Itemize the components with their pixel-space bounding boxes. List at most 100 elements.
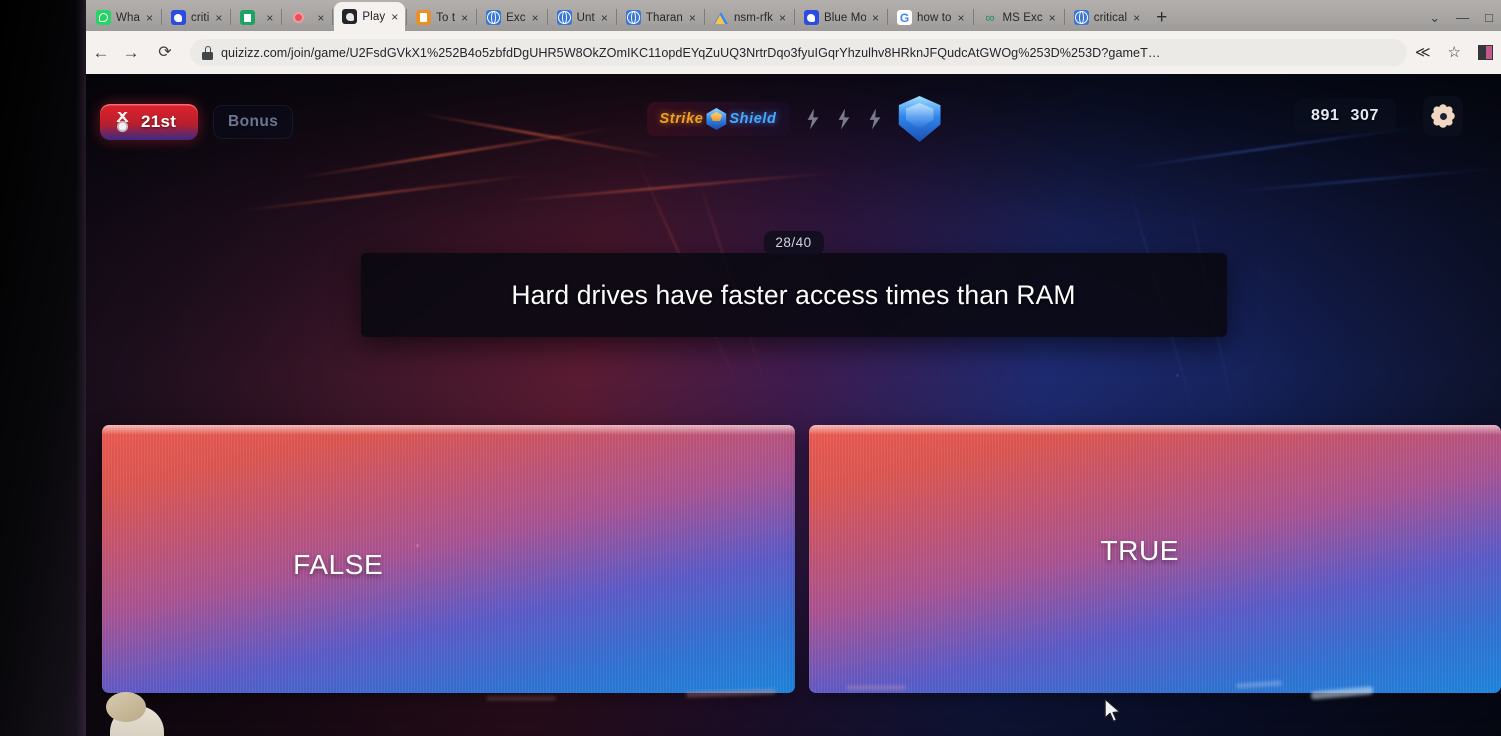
back-button[interactable]: ← [86, 44, 116, 61]
browser-tab-exc[interactable]: Exc × [478, 4, 546, 31]
tab-search-icon[interactable]: ⌄ [1429, 11, 1440, 24]
forward-button[interactable]: → [116, 44, 146, 61]
tab-strip: Wha × criti × × × Play × To t × Exc × Unt × Tharan × nsm… [86, 0, 1501, 31]
tab-title: Blue Mo [823, 11, 866, 24]
tab-title: MS Exc [1002, 11, 1043, 24]
google-icon [897, 10, 912, 25]
omnibox-actions: ≪ ☆ [1415, 45, 1501, 60]
tab-separator [160, 9, 162, 25]
record-icon [291, 10, 306, 25]
tab-title: criti [190, 11, 210, 24]
tab-close-icon[interactable]: × [214, 12, 222, 24]
tab-title: To t [436, 11, 456, 24]
tab-separator [476, 9, 478, 25]
browser-window: Wha × criti × × × Play × To t × Exc × Unt × Tharan × nsm… [86, 0, 1501, 736]
tab-close-icon[interactable]: × [531, 12, 539, 24]
question-counter-label: 28/40 [775, 235, 812, 250]
tab-separator [406, 9, 408, 25]
mouse-pointer [1104, 698, 1121, 723]
browser-tab-unt[interactable]: Unt × [549, 4, 615, 31]
score-value-primary: 891 [1311, 107, 1340, 124]
answer-button-true[interactable]: TRUE [808, 425, 1501, 693]
tab-title: critical [1093, 11, 1128, 24]
answer-options: FALSE TRUE [102, 425, 1501, 693]
browser-tab-n2[interactable]: × [232, 4, 280, 31]
tab-close-icon[interactable]: × [871, 12, 879, 24]
new-tab-button[interactable]: + [1147, 8, 1176, 31]
tab-close-icon[interactable]: × [1048, 12, 1056, 24]
tab-title: Wha [116, 11, 140, 24]
tab-separator [703, 9, 705, 25]
tab-close-icon[interactable]: × [600, 12, 608, 24]
bonus-label: Bonus [228, 113, 279, 130]
tab-close-icon[interactable]: × [390, 11, 398, 23]
medal-icon [113, 112, 132, 132]
tab-close-icon[interactable]: × [316, 12, 324, 24]
tab-close-icon[interactable]: × [145, 12, 153, 24]
browser-tab-wha[interactable]: Wha × [88, 4, 160, 31]
question-card: Hard drives have faster access times tha… [360, 253, 1227, 337]
globe-icon [556, 10, 572, 25]
browser-tab-how-to[interactable]: how to × [889, 4, 972, 31]
url-text[interactable]: quizizz.com/join/game/U2FsdGVkX1%252B4o5… [221, 46, 1160, 60]
omnibox-row: ← → ⟳ quizizz.com/join/game/U2FsdGVkX1%2… [86, 31, 1501, 74]
orange-doc-icon [416, 10, 432, 25]
tab-title: nsm-rfk [733, 11, 773, 24]
lightning-bolt-icon [806, 109, 821, 130]
strike-shield-badge[interactable]: Strike Shield [646, 102, 790, 136]
window-controls: ⌄ — □ [1429, 11, 1501, 31]
globe-icon [625, 10, 641, 25]
tab-title: Unt [576, 11, 595, 24]
tab-close-icon[interactable]: × [778, 12, 786, 24]
screen-moire [102, 425, 795, 693]
browser-tab-n3[interactable]: × [283, 4, 331, 31]
whatsapp-icon [96, 10, 111, 25]
browser-tab-critical[interactable]: critical × [1066, 4, 1147, 31]
bonus-chip: Bonus [213, 105, 294, 139]
drive-icon [714, 10, 729, 25]
tab-close-icon[interactable]: × [688, 12, 696, 24]
rank-label: 21st [141, 112, 177, 131]
tab-separator [972, 9, 974, 25]
tab-separator [615, 9, 617, 25]
browser-tab-tharan[interactable]: Tharan × [618, 4, 703, 31]
extension-icon[interactable] [1478, 45, 1493, 60]
quizizz-icon [803, 10, 819, 25]
share-icon[interactable]: ≪ [1415, 45, 1431, 60]
browser-tab-to-t[interactable]: To t × [408, 4, 475, 31]
tab-close-icon[interactable]: × [956, 12, 964, 24]
tab-separator [887, 9, 888, 25]
quizizz-icon [170, 10, 186, 25]
player-avatar [104, 690, 170, 736]
browser-tab-nsm-rfk[interactable]: nsm-rfk × [706, 4, 793, 31]
minimize-button[interactable]: — [1456, 11, 1469, 24]
maximize-button[interactable]: □ [1485, 11, 1493, 24]
browser-tab-play[interactable]: Play × [334, 2, 406, 31]
tab-title: how to [917, 11, 952, 24]
shield-icon[interactable] [899, 96, 941, 142]
sheets-icon [240, 10, 256, 25]
tab-title: Tharan [645, 11, 683, 24]
settings-button[interactable] [1423, 96, 1463, 136]
reload-button[interactable]: ⟳ [150, 44, 180, 61]
tab-separator [332, 9, 334, 25]
tab-separator [546, 9, 548, 25]
tab-close-icon[interactable]: × [460, 12, 468, 24]
address-bar[interactable]: quizizz.com/join/game/U2FsdGVkX1%252B4o5… [190, 39, 1407, 66]
question-block: 28/40 Hard drives have faster access tim… [360, 231, 1227, 337]
tab-close-icon[interactable]: × [265, 12, 273, 24]
monitor-bezel-left [0, 0, 86, 736]
bookmark-star-icon[interactable]: ☆ [1448, 45, 1461, 60]
question-text: Hard drives have faster access times tha… [511, 279, 1076, 310]
browser-tab-blue-mo[interactable]: Blue Mo × [796, 4, 886, 31]
lock-icon [202, 45, 213, 60]
shield-label: Shield [729, 111, 777, 127]
lightning-bolt-icon [837, 109, 852, 130]
score-display: 891 307 [1294, 99, 1396, 133]
answer-button-false[interactable]: FALSE [102, 425, 795, 693]
browser-tab-criti[interactable]: criti × [163, 4, 229, 31]
browser-tab-ms-exc[interactable]: MS Exc × [975, 4, 1063, 31]
tab-separator [281, 9, 283, 25]
tab-close-icon[interactable]: × [1132, 12, 1140, 24]
tab-separator [793, 9, 795, 25]
